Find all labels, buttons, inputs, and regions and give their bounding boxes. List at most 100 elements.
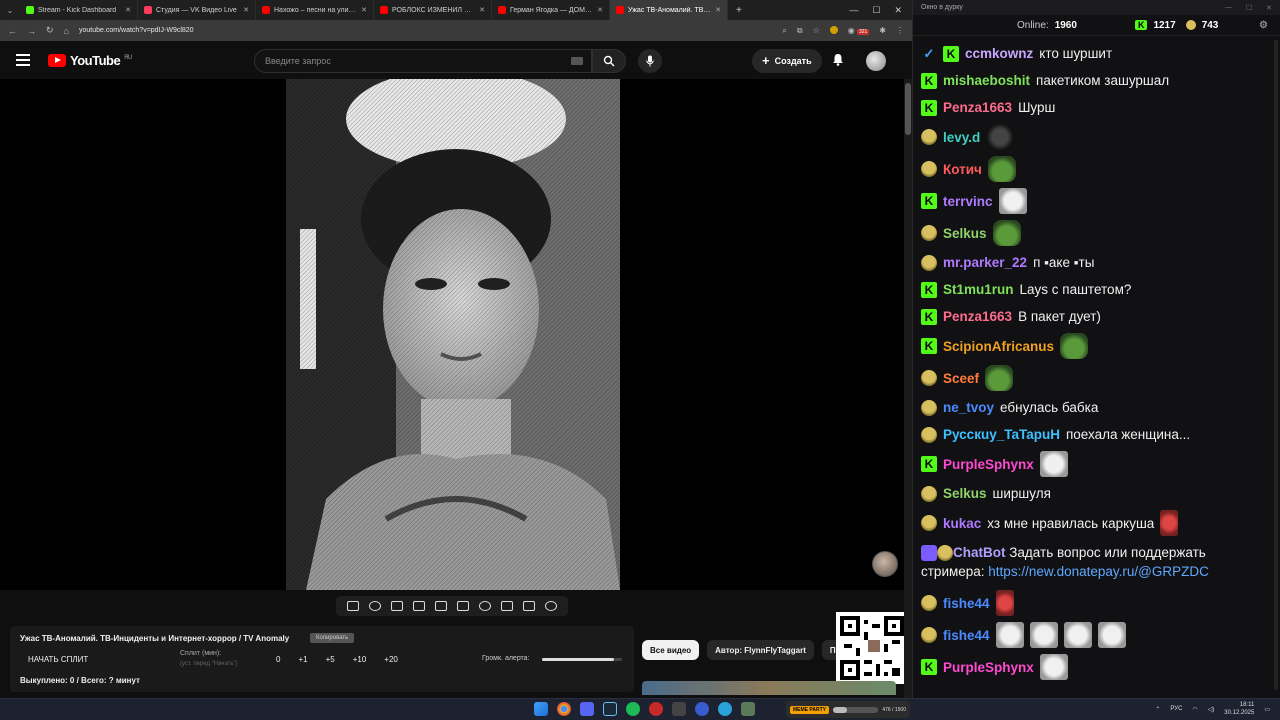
notification-center-icon[interactable]: ▭ bbox=[1264, 706, 1270, 713]
copy-button[interactable]: Копировать bbox=[310, 633, 355, 643]
add-frame-icon[interactable] bbox=[501, 601, 513, 611]
chat-username[interactable]: mishaeboshit bbox=[943, 73, 1030, 88]
chat-username[interactable]: ScipionAfricanus bbox=[943, 339, 1054, 354]
back-icon[interactable]: ← bbox=[8, 26, 17, 36]
discord-icon[interactable] bbox=[580, 702, 594, 716]
chat-username[interactable]: Pусскuy_TaTapuH bbox=[943, 427, 1060, 442]
camera-icon[interactable] bbox=[523, 601, 535, 611]
chat-username[interactable]: PurpleSphynx bbox=[943, 660, 1034, 675]
chat-username[interactable]: Penza1663 bbox=[943, 309, 1012, 324]
app-media-icon[interactable] bbox=[695, 702, 709, 716]
chip-all-videos[interactable]: Все видео bbox=[642, 640, 700, 660]
lang-indicator[interactable]: РУС bbox=[1170, 706, 1182, 712]
meme-party-widget[interactable]: MEME PARTY 476 / 1500 bbox=[786, 701, 910, 718]
menu-dots-icon[interactable]: ⋮ bbox=[896, 26, 904, 36]
minimize-icon[interactable]: — bbox=[849, 5, 858, 16]
steam-icon[interactable] bbox=[603, 702, 617, 716]
chat-settings-icon[interactable]: ⚙ bbox=[1259, 20, 1268, 31]
tab-close-icon[interactable]: ✕ bbox=[361, 6, 367, 14]
split-add-10-button[interactable]: +10 bbox=[353, 655, 367, 664]
speed-icon[interactable] bbox=[479, 601, 491, 611]
browser-tab[interactable]: Студия — VK Видео Live ✕ bbox=[138, 0, 256, 20]
scrollbar-thumb[interactable] bbox=[905, 83, 911, 135]
bookmark-star-icon[interactable]: ☆ bbox=[813, 26, 820, 36]
tray-chevron-icon[interactable]: ⌃ bbox=[1155, 706, 1160, 713]
browser-tab[interactable]: Герман Ягодка — ДОМ 2 и ал ✕ bbox=[492, 0, 610, 20]
chat-username[interactable]: ChatBot bbox=[953, 545, 1006, 560]
clock[interactable]: 18:11 30.12.2025 bbox=[1224, 701, 1254, 717]
telegram-icon[interactable] bbox=[718, 702, 732, 716]
chat-username[interactable]: Selkus bbox=[943, 486, 987, 501]
chat-username[interactable]: levy.d bbox=[943, 130, 980, 145]
chrome-icon[interactable] bbox=[557, 702, 571, 716]
chat-link[interactable]: https://new.donatepay.ru/@GRPZDC bbox=[988, 564, 1209, 579]
chat-close-icon[interactable]: ✕ bbox=[1266, 4, 1272, 12]
chat-username[interactable]: Sceef bbox=[943, 371, 979, 386]
chat-username[interactable]: Котич bbox=[943, 162, 982, 177]
search-input[interactable]: Введите запрос bbox=[254, 49, 592, 73]
channel-watermark-avatar[interactable] bbox=[872, 551, 898, 577]
start-windows-icon[interactable] bbox=[534, 702, 548, 716]
chat-username[interactable]: PurpleSphynx bbox=[943, 457, 1034, 472]
tab-close-icon[interactable]: ✕ bbox=[715, 6, 721, 14]
split-add-1-button[interactable]: +1 bbox=[298, 655, 307, 664]
youtube-logo[interactable]: YouTube RU bbox=[48, 53, 132, 68]
menu-icon[interactable] bbox=[16, 54, 30, 66]
chat-minimize-icon[interactable]: — bbox=[1225, 4, 1232, 12]
close-window-icon[interactable]: ✕ bbox=[894, 5, 902, 16]
tab-close-icon[interactable]: ✕ bbox=[479, 6, 485, 14]
split-add-20-button[interactable]: +20 bbox=[384, 655, 398, 664]
chat-username[interactable]: St1mu1run bbox=[943, 282, 1014, 297]
chat-username[interactable]: fishe44 bbox=[943, 596, 990, 611]
app-red-icon[interactable] bbox=[649, 702, 663, 716]
browser-tab[interactable]: Ужас ТВ-Аномалий. ТВ-Ин ✕ bbox=[610, 0, 728, 20]
puzzle-icon[interactable]: ✱ bbox=[879, 26, 886, 36]
broadcast-icon[interactable] bbox=[369, 601, 381, 611]
keyboard-icon[interactable] bbox=[571, 57, 583, 65]
chat-username[interactable]: mr.parker_22 bbox=[943, 255, 1027, 270]
app-gamepad-icon[interactable] bbox=[672, 702, 686, 716]
browser-tab[interactable]: Stream - Kick Dashboard ✕ bbox=[20, 0, 138, 20]
new-tab-button[interactable]: + bbox=[728, 5, 750, 16]
tab-search-icon[interactable]: ⌄ bbox=[0, 6, 20, 15]
create-button[interactable]: + Создать bbox=[752, 49, 822, 73]
maximize-icon[interactable]: ☐ bbox=[872, 5, 880, 16]
zoom-icon[interactable]: ⌕ bbox=[782, 26, 786, 36]
video-player[interactable] bbox=[0, 79, 904, 590]
loop-icon[interactable] bbox=[347, 601, 359, 611]
app-gallery-icon[interactable] bbox=[741, 702, 755, 716]
extension-icon[interactable]: ◉ 321 bbox=[848, 26, 870, 36]
pip-icon[interactable] bbox=[435, 601, 447, 611]
settings-gear-icon[interactable] bbox=[545, 601, 557, 611]
volume-icon[interactable]: ◁) bbox=[1208, 706, 1215, 713]
page-scrollbar[interactable] bbox=[904, 79, 912, 698]
chat-username[interactable]: Penza1663 bbox=[943, 100, 1012, 115]
chat-username[interactable]: kukac bbox=[943, 516, 981, 531]
reload-icon[interactable]: ↻ bbox=[46, 25, 54, 36]
related-video-thumbnail[interactable] bbox=[642, 681, 896, 695]
clapper-icon[interactable] bbox=[413, 601, 425, 611]
voice-search-button[interactable] bbox=[638, 49, 662, 73]
chat-username[interactable]: fishe44 bbox=[943, 628, 990, 643]
url-field[interactable]: youtube.com/watch?v=pdIJ-W9cl820 bbox=[79, 27, 772, 34]
browser-tab[interactable]: РОБЛОКС ИЗМЕНИЛ ВСЮ М ✕ bbox=[374, 0, 492, 20]
search-button[interactable] bbox=[592, 49, 626, 73]
chat-maximize-icon[interactable]: ☐ bbox=[1246, 4, 1252, 12]
frame-icon[interactable] bbox=[457, 601, 469, 611]
start-split-button[interactable]: НАЧАТЬ СПЛИТ bbox=[28, 655, 88, 664]
chat-username[interactable]: ne_tvoy bbox=[943, 400, 994, 415]
chat-username[interactable]: terrvinc bbox=[943, 194, 993, 209]
account-avatar[interactable] bbox=[866, 51, 886, 71]
split-add-5-button[interactable]: +5 bbox=[326, 655, 335, 664]
forward-icon[interactable]: → bbox=[27, 26, 36, 36]
extension-dot-icon[interactable] bbox=[829, 25, 838, 34]
home-icon[interactable]: ⌂ bbox=[64, 26, 69, 36]
chat-scrollbar[interactable] bbox=[1274, 40, 1278, 690]
eye-icon[interactable] bbox=[391, 601, 403, 611]
install-icon[interactable]: ⧉ bbox=[797, 26, 803, 36]
tab-close-icon[interactable]: ✕ bbox=[125, 6, 131, 14]
tab-close-icon[interactable]: ✕ bbox=[243, 6, 249, 14]
chat-username[interactable]: ccmkownz bbox=[965, 46, 1033, 61]
spotify-icon[interactable] bbox=[626, 702, 640, 716]
notifications-button[interactable] bbox=[832, 53, 844, 71]
